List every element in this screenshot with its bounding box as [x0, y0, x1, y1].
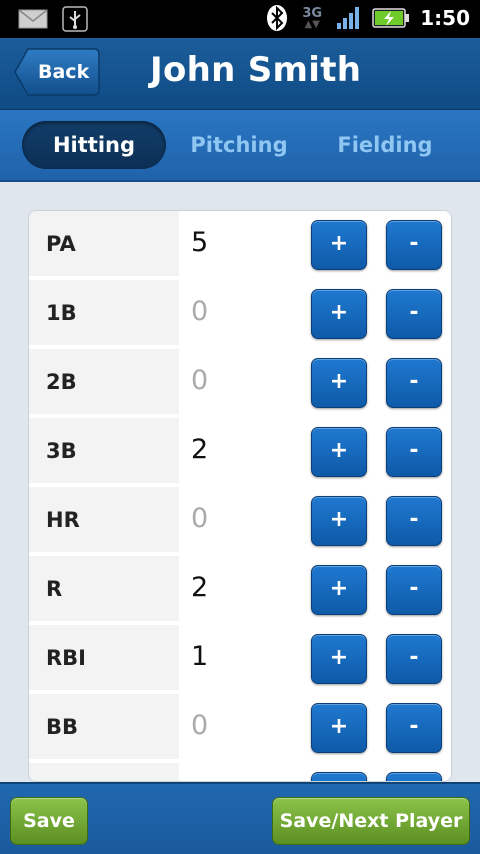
increment-button[interactable]: +	[311, 496, 367, 546]
stat-value: 0	[191, 710, 209, 741]
usb-icon	[62, 6, 88, 32]
status-bar: 3G ▲▼ 1:50	[0, 0, 480, 38]
increment-button[interactable]: +	[311, 565, 367, 615]
increment-button[interactable]: +	[311, 220, 367, 270]
title-bar: Back John Smith	[0, 38, 480, 110]
stat-row-bb: BB 0 + -	[29, 694, 451, 763]
stat-value: 2	[191, 572, 209, 603]
page-title: John Smith	[150, 50, 362, 90]
stat-row-r: R 2 + -	[29, 556, 451, 625]
increment-button[interactable]: +	[311, 427, 367, 477]
stat-label: R	[46, 577, 63, 601]
battery-icon	[372, 8, 410, 28]
bluetooth-icon	[267, 5, 288, 31]
decrement-button[interactable]: -	[386, 427, 442, 477]
save-next-player-button[interactable]: Save/Next Player	[272, 797, 470, 845]
increment-button[interactable]: +	[311, 703, 367, 753]
decrement-button[interactable]: -	[386, 289, 442, 339]
stat-row-1b: 1B 0 + -	[29, 280, 451, 349]
clock: 1:50	[420, 6, 470, 30]
stat-label: BB	[46, 715, 79, 739]
tab-hitting[interactable]: Hitting	[22, 121, 166, 169]
save-button[interactable]: Save	[10, 797, 88, 845]
stat-label: 3B	[46, 439, 77, 463]
stat-label: 1B	[46, 301, 77, 325]
back-label: Back	[38, 61, 90, 83]
stat-label: HR	[46, 508, 80, 532]
decrement-button[interactable]: -	[386, 565, 442, 615]
stat-row-rbi: RBI 1 + -	[29, 625, 451, 694]
stat-value: 1	[191, 641, 209, 672]
signal-icon	[337, 7, 360, 29]
decrement-button[interactable]: -	[386, 220, 442, 270]
tab-fielding[interactable]: Fielding	[314, 121, 456, 169]
increment-button[interactable]: +	[311, 634, 367, 684]
stat-value: 0	[191, 365, 209, 396]
increment-button[interactable]: +	[311, 289, 367, 339]
bottom-toolbar: Save Save/Next Player	[0, 782, 480, 854]
decrement-button[interactable]: -	[386, 772, 442, 781]
increment-button[interactable]: +	[311, 772, 367, 781]
network-indicator: 3G ▲▼	[302, 5, 323, 30]
stat-label: RBI	[46, 646, 86, 670]
tab-bar: Hitting Pitching Fielding	[0, 110, 480, 182]
stat-value: 5	[191, 227, 209, 258]
stat-list: PA 5 + - 1B 0 + - 2B 0 + - 3B 2 + - HR 0…	[28, 210, 452, 782]
decrement-button[interactable]: -	[386, 634, 442, 684]
stat-label: 2B	[46, 370, 77, 394]
mail-icon	[18, 9, 48, 29]
stat-value: 0	[191, 503, 209, 534]
stat-row-partial: + -	[29, 763, 451, 781]
stat-value: 2	[191, 434, 209, 465]
stat-row-3b: 3B 2 + -	[29, 418, 451, 487]
stat-row-pa: PA 5 + -	[29, 211, 451, 280]
decrement-button[interactable]: -	[386, 703, 442, 753]
tab-pitching[interactable]: Pitching	[168, 121, 310, 169]
stat-row-2b: 2B 0 + -	[29, 349, 451, 418]
stat-value: 0	[191, 296, 209, 327]
decrement-button[interactable]: -	[386, 496, 442, 546]
back-button[interactable]: Back	[14, 48, 100, 96]
stat-label: PA	[46, 232, 76, 256]
increment-button[interactable]: +	[311, 358, 367, 408]
decrement-button[interactable]: -	[386, 358, 442, 408]
stat-row-hr: HR 0 + -	[29, 487, 451, 556]
